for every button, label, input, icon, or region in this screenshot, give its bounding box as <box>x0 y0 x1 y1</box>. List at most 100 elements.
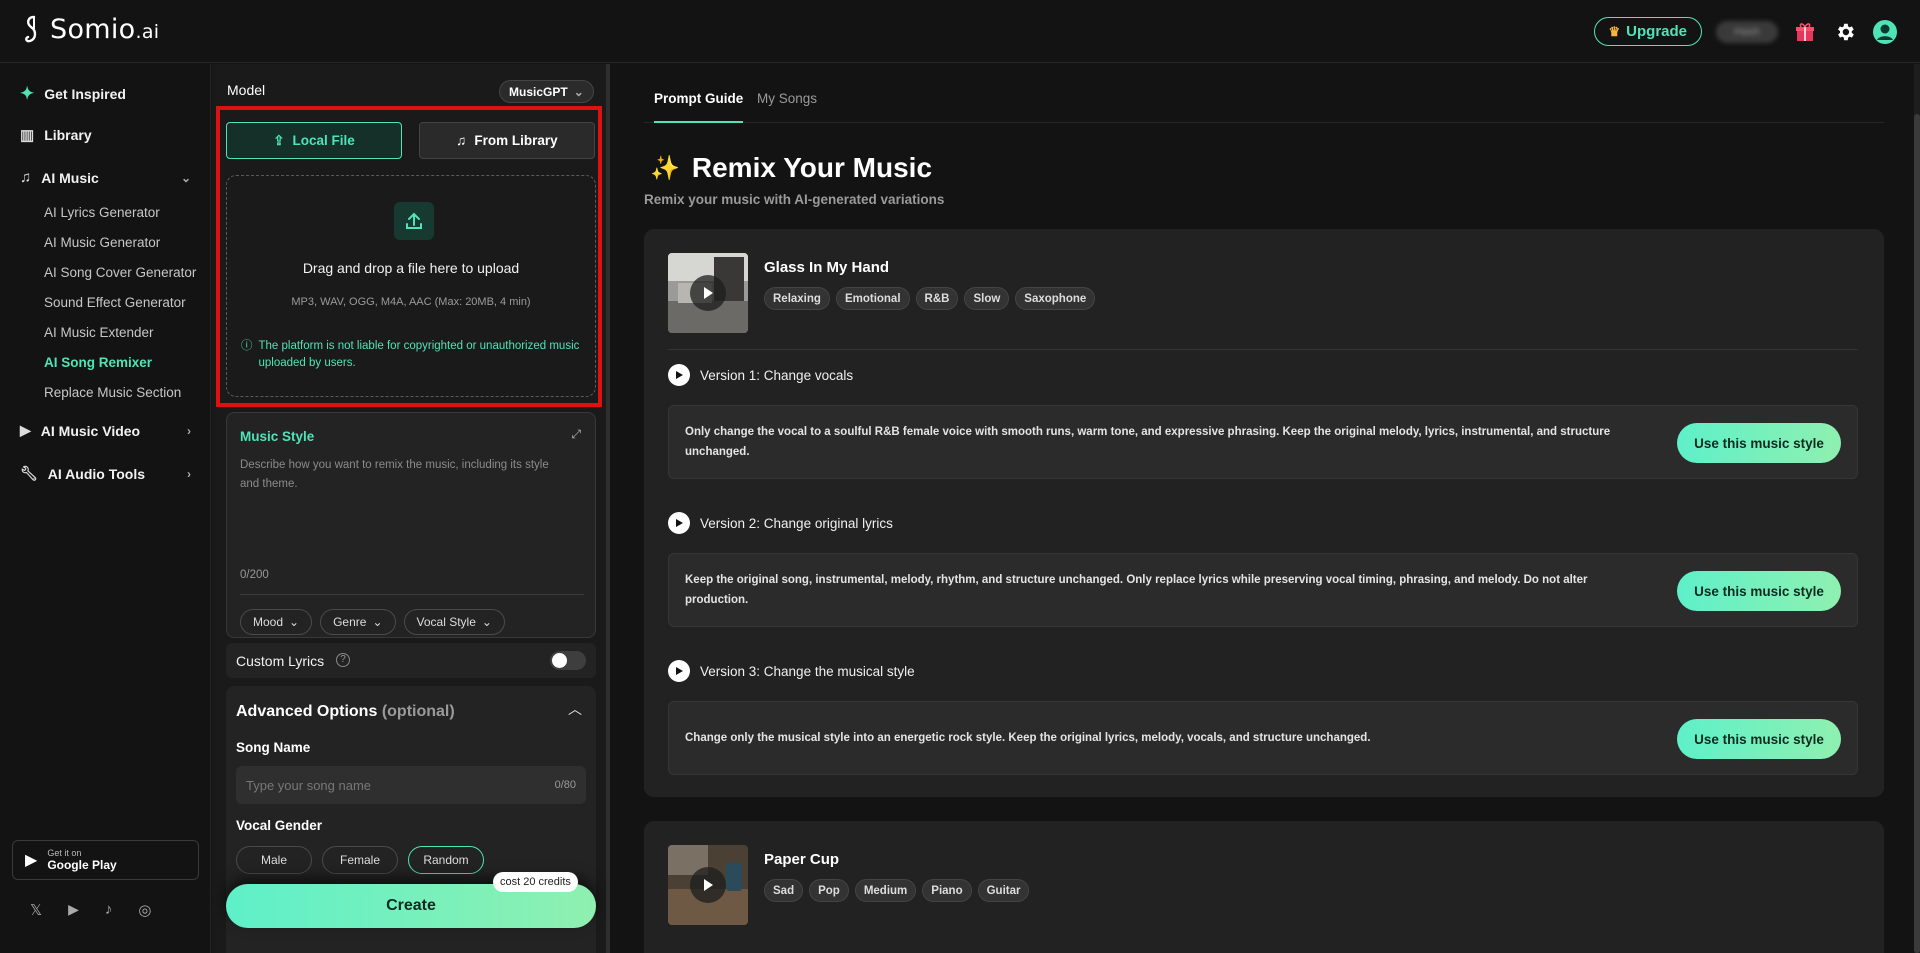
dropzone-title: Drag and drop a file here to upload <box>302 260 520 276</box>
song-card: Glass In My Hand Relaxing Emotional R&B … <box>644 229 1884 797</box>
sidebar-subitem-replace-section[interactable]: Replace Music Section <box>44 385 181 400</box>
use-style-button[interactable]: Use this music style <box>1677 423 1841 463</box>
sidebar-item-ai-audio-tools[interactable]: 🔧︎ AI Audio Tools › <box>20 465 191 482</box>
sidebar-item-get-inspired[interactable]: ✦ Get Inspired <box>20 84 126 104</box>
library-icon: ▥ <box>20 127 35 144</box>
chevron-down-icon: ⌄ <box>573 84 584 99</box>
vocal-gender-male[interactable]: Male <box>236 846 312 874</box>
custom-lyrics-label: Custom Lyrics <box>236 653 325 669</box>
tab-prompt-guide[interactable]: Prompt Guide <box>654 91 744 123</box>
gift-icon[interactable] <box>1792 19 1818 45</box>
version-heading: Version 1: Change vocals <box>668 364 853 386</box>
social-links: 𝕏 ▶ ♪ ◎ <box>30 901 151 919</box>
logo[interactable]: Somio.ai <box>22 14 159 45</box>
divider <box>240 594 584 595</box>
tag: Sad <box>764 879 804 902</box>
instagram-icon[interactable]: ◎ <box>138 901 151 919</box>
play-icon[interactable] <box>690 275 726 311</box>
music-style-card: Music Style ⤢ Describe how you want to r… <box>226 412 596 638</box>
settings-icon[interactable] <box>1832 19 1858 45</box>
sidebar: ✦ Get Inspired ▥ Library ♫ AI Music ⌄ AI… <box>0 64 211 953</box>
hero: ✨ Remix Your Music <box>650 152 932 184</box>
sidebar-item-ai-music[interactable]: ♫ AI Music ⌄ <box>20 169 191 186</box>
version-heading: Version 2: Change original lyrics <box>668 512 893 534</box>
song-thumbnail[interactable] <box>668 845 748 925</box>
play-icon[interactable] <box>668 364 690 386</box>
logo-icon <box>25 15 37 42</box>
chevron-down-icon: ⌄ <box>180 170 191 185</box>
page-subtitle: Remix your music with AI-generated varia… <box>644 192 945 207</box>
custom-lyrics-row: Custom Lyrics ? <box>226 643 596 678</box>
upload-icon <box>394 202 434 240</box>
genre-dropdown[interactable]: Genre ⌄ <box>320 609 396 635</box>
play-icon[interactable] <box>668 512 690 534</box>
cost-badge: cost 20 credits <box>493 872 578 892</box>
expand-icon[interactable]: ⤢ <box>571 427 581 442</box>
custom-lyrics-toggle[interactable] <box>550 651 586 670</box>
vocal-gender-label: Vocal Gender <box>236 818 323 833</box>
model-label: Model <box>227 82 266 98</box>
vocal-gender-random[interactable]: Random <box>408 846 484 874</box>
version-prompt: Change only the musical style into an en… <box>685 732 1371 744</box>
upgrade-button[interactable]: ♛ Upgrade <box>1593 17 1702 46</box>
tab-bar: Prompt Guide My Songs <box>644 64 1884 123</box>
youtube-icon[interactable]: ▶ <box>68 901 79 919</box>
avatar[interactable] <box>1872 19 1898 45</box>
sparkle-icon: ✦ <box>20 84 35 103</box>
mood-dropdown[interactable]: Mood ⌄ <box>240 609 313 635</box>
sidebar-subitem-music-generator[interactable]: AI Music Generator <box>44 235 160 250</box>
version-prompt: Keep the original song, instrumental, me… <box>685 574 1588 606</box>
main-content: Prompt Guide My Songs ✨ Remix Your Music… <box>610 64 1920 953</box>
vocal-style-dropdown[interactable]: Vocal Style ⌄ <box>403 609 505 635</box>
vocal-gender-female[interactable]: Female <box>322 846 398 874</box>
play-icon[interactable] <box>690 867 726 903</box>
song-thumbnail[interactable] <box>668 253 748 333</box>
x-twitter-icon[interactable]: 𝕏 <box>30 901 42 919</box>
version-prompt: Only change the vocal to a soulful R&B f… <box>685 426 1611 458</box>
song-name-input[interactable] <box>236 766 586 804</box>
use-style-button[interactable]: Use this music style <box>1677 571 1841 611</box>
song-title: Glass In My Hand <box>764 259 890 276</box>
sidebar-item-ai-music-video[interactable]: ▶ AI Music Video › <box>20 422 191 439</box>
tag: Emotional <box>835 287 910 310</box>
song-card: Paper Cup Sad Pop Medium Piano Guitar <box>644 821 1884 953</box>
song-title: Paper Cup <box>764 851 840 868</box>
tab-my-songs[interactable]: My Songs <box>757 91 817 106</box>
remix-form: Model MusicGPT ⌄ ⇪ Local File ♫ From Lib… <box>212 64 610 953</box>
google-play-button[interactable]: ▶ Get it on Google Play <box>12 840 199 880</box>
song-tags: Sad Pop Medium Piano Guitar <box>764 879 1030 902</box>
sidebar-subitem-song-remixer[interactable]: AI Song Remixer <box>44 355 152 370</box>
help-icon[interactable]: ? <box>336 653 350 667</box>
local-file-button[interactable]: ⇪ Local File <box>226 122 402 159</box>
divider <box>668 349 1858 350</box>
play-store-icon: ▶ <box>25 852 38 869</box>
tag: Pop <box>809 879 849 902</box>
credits-display: Hash <box>1716 20 1778 43</box>
scrollbar[interactable] <box>1914 64 1920 953</box>
song-tags: Relaxing Emotional R&B Slow Saxophone <box>764 287 1096 310</box>
sidebar-subitem-song-cover[interactable]: AI Song Cover Generator <box>44 265 196 280</box>
from-library-button[interactable]: ♫ From Library <box>419 122 595 159</box>
chevron-down-icon: ⌄ <box>481 615 492 629</box>
play-icon[interactable] <box>668 660 690 682</box>
model-select[interactable]: MusicGPT ⌄ <box>499 80 594 103</box>
scrollbar-thumb[interactable] <box>1914 114 1920 953</box>
tiktok-icon[interactable]: ♪ <box>105 901 113 919</box>
top-bar: Somio.ai ♛ Upgrade Hash <box>0 0 1920 63</box>
sidebar-subitem-sound-effect[interactable]: Sound Effect Generator <box>44 295 186 310</box>
version-box: Keep the original song, instrumental, me… <box>668 553 1858 627</box>
version-box: Change only the musical style into an en… <box>668 701 1858 775</box>
sidebar-item-library[interactable]: ▥ Library <box>20 126 92 144</box>
music-style-input[interactable]: Describe how you want to remix the music… <box>240 456 560 494</box>
sidebar-subitem-lyrics[interactable]: AI Lyrics Generator <box>44 205 160 220</box>
version-heading: Version 3: Change the musical style <box>668 660 915 682</box>
chevron-right-icon: › <box>187 466 191 481</box>
sidebar-subitem-music-extender[interactable]: AI Music Extender <box>44 325 154 340</box>
advanced-options-title[interactable]: Advanced Options (optional) <box>236 703 455 721</box>
file-dropzone[interactable]: Drag and drop a file here to upload MP3,… <box>226 175 596 397</box>
sparkles-icon: ✨ <box>650 154 680 182</box>
tag: Guitar <box>977 879 1030 902</box>
logo-text: Somio.ai <box>50 14 160 45</box>
use-style-button[interactable]: Use this music style <box>1677 719 1841 759</box>
chevron-up-icon[interactable]: ︿ <box>568 699 582 719</box>
